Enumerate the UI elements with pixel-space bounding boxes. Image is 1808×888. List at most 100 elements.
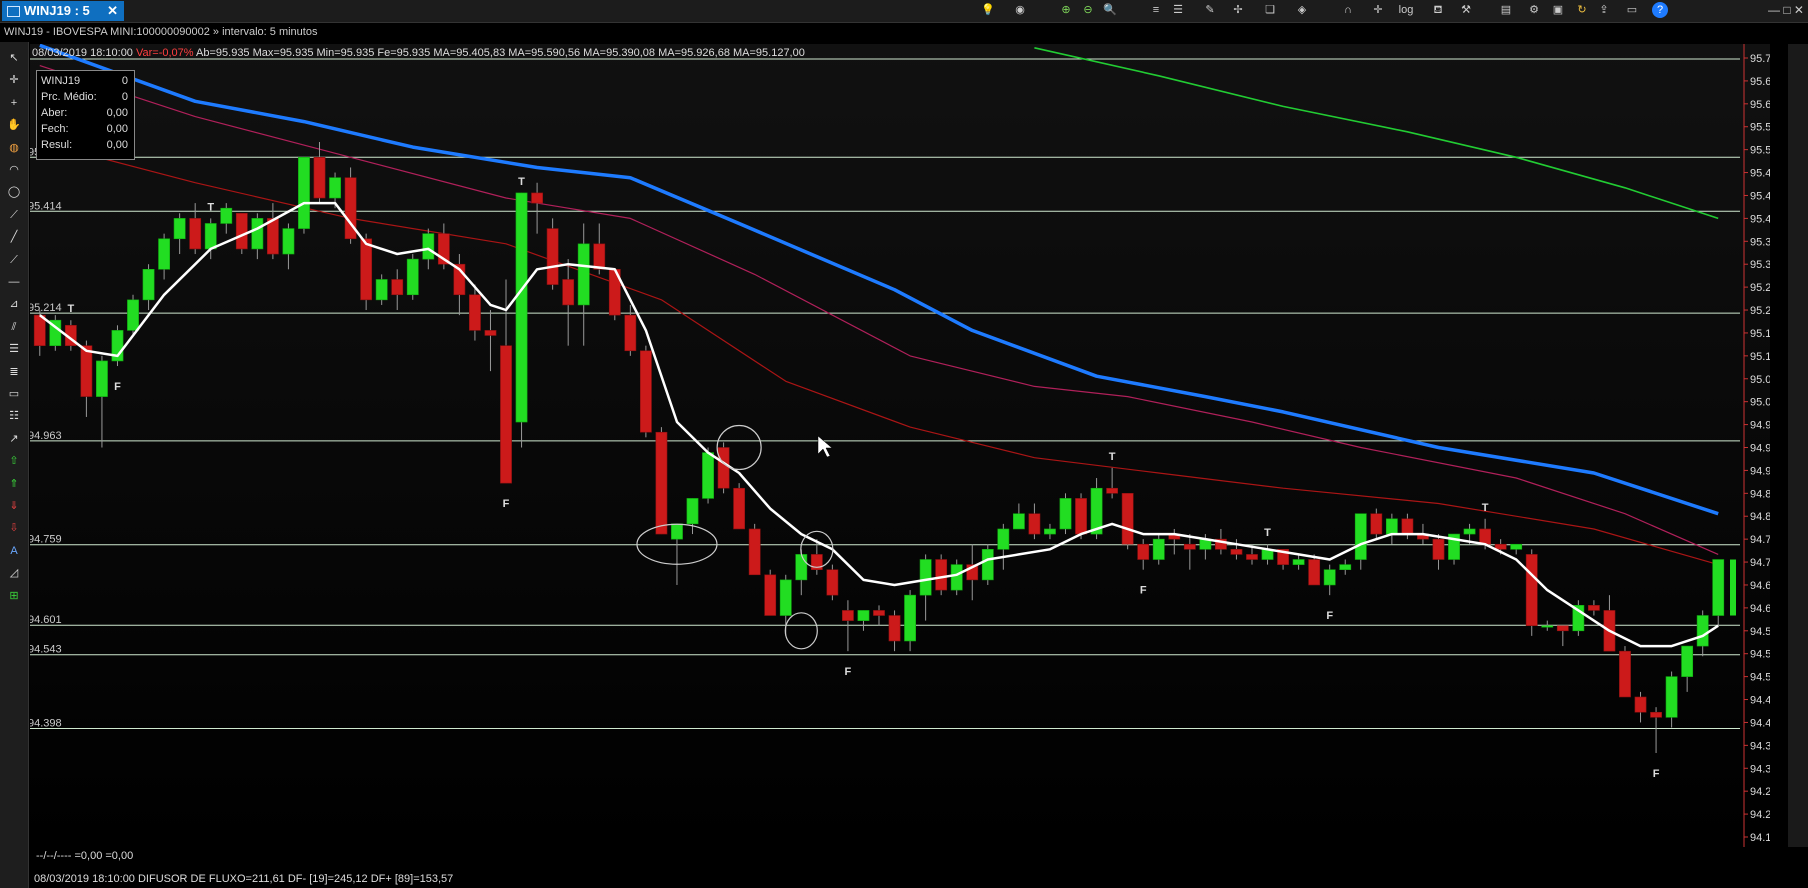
candle-body — [779, 579, 792, 616]
candle-body — [266, 218, 279, 255]
palette-icon[interactable]: ◍ — [6, 140, 22, 156]
candle-body — [702, 452, 714, 499]
candle-body — [1712, 559, 1725, 616]
draw-icon[interactable]: ✎ — [1202, 2, 1218, 18]
annotation-t-6: T — [1109, 451, 1116, 463]
crosshair-readout: --/--/---- =0,00 =0,00 — [36, 850, 134, 862]
arrow-down-red-icon[interactable]: ⇓ — [6, 498, 22, 514]
triangle-icon[interactable]: ◿ — [6, 565, 22, 581]
refresh-icon[interactable]: ↻ — [1574, 2, 1590, 18]
price-chart[interactable]: 95.52095.41495.21494.96394.75994.60194.5… — [30, 44, 1770, 847]
price-tick-label: 94.680 — [1750, 580, 1770, 592]
align-list-icon[interactable]: ☰ — [1170, 2, 1186, 18]
price-tick-label: 94.590 — [1750, 626, 1770, 638]
candle-body — [33, 314, 46, 346]
channel-icon[interactable]: ⫽ — [6, 319, 22, 335]
list-icon[interactable]: ☷ — [6, 408, 22, 424]
arc-icon[interactable]: ◠ — [6, 162, 22, 178]
lightbulb-icon[interactable]: 💡 — [980, 2, 996, 18]
fan-icon[interactable]: ⟋ — [6, 207, 22, 223]
gear-icon[interactable]: ⚙ — [1526, 2, 1542, 18]
properties-icon[interactable]: ▤ — [1498, 2, 1514, 18]
line-icon[interactable]: ╱ — [6, 229, 22, 245]
price-tick-label: 95.175 — [1750, 328, 1770, 340]
arrow-down-icon[interactable]: ⇩ — [6, 520, 22, 536]
arrow-icon[interactable]: ↗ — [6, 431, 22, 447]
zoom-in-icon[interactable]: ⊕ — [1058, 2, 1074, 18]
help-icon[interactable]: ? — [1652, 2, 1668, 18]
layers-icon[interactable]: ❏ — [1262, 2, 1278, 18]
ray-icon[interactable]: ⟋ — [6, 252, 22, 268]
candle-body — [842, 610, 854, 621]
candle-body — [329, 177, 341, 199]
price-tick-label: 94.905 — [1750, 465, 1770, 477]
export-icon[interactable]: ⇪ — [1596, 2, 1612, 18]
candle-body — [80, 345, 93, 397]
arrow-up-icon[interactable]: ⇧ — [6, 453, 22, 469]
ruler-icon[interactable]: ⊿ — [6, 296, 22, 312]
candle-body — [593, 243, 606, 270]
align-icon[interactable]: ≡ — [1148, 2, 1164, 18]
ohlc-info-bar: 08/03/2019 18:10:00 Var=-0,07% Ab=95.935… — [32, 45, 805, 61]
hand-icon[interactable]: ✋ — [6, 117, 22, 133]
price-tick-label: 95.580 — [1750, 122, 1770, 134]
price-tick-label: 95.265 — [1750, 282, 1770, 294]
arrow-up-green-icon[interactable]: ⇑ — [6, 476, 22, 492]
crosshair-icon[interactable]: ✛ — [6, 72, 22, 88]
candle-body — [1106, 487, 1119, 494]
chart-gradient — [30, 44, 1770, 847]
settings-circle-icon[interactable]: ◉ — [1012, 2, 1028, 18]
candle-body — [142, 268, 155, 301]
fibonacci-icon[interactable]: ☰ — [6, 341, 22, 357]
hline-icon[interactable]: ― — [6, 274, 22, 290]
tools-icon[interactable]: ⚒ — [1458, 2, 1474, 18]
candle-body — [1588, 605, 1600, 611]
log-icon[interactable]: log — [1398, 2, 1414, 18]
candle-body — [1044, 528, 1056, 535]
zoom-out-icon[interactable]: ⊖ — [1080, 2, 1096, 18]
cursor-icon[interactable]: ✢ — [1230, 2, 1246, 18]
candle-body — [888, 615, 901, 642]
candle-body — [981, 549, 994, 581]
grid-icon[interactable]: ⊞ — [6, 588, 22, 604]
candle-body — [235, 212, 248, 250]
candle-body — [919, 559, 932, 596]
basket-icon[interactable]: ⛾ — [1430, 2, 1446, 18]
zoom-search-icon[interactable]: 🔍 — [1102, 2, 1118, 18]
price-tick-label: 95.355 — [1750, 236, 1770, 248]
color-icon[interactable]: ◈ — [1294, 2, 1310, 18]
price-tick-label: 95.400 — [1750, 213, 1770, 225]
ellipse-icon[interactable]: ◯ — [6, 184, 22, 200]
tab-close-button[interactable]: ✕ — [107, 1, 118, 21]
save-icon[interactable]: ▣ — [1550, 2, 1566, 18]
window-controls[interactable]: — □ ✕ — [1768, 3, 1804, 17]
annotation-t-0: T — [67, 303, 74, 315]
candle-body — [1339, 564, 1352, 570]
magnet-icon[interactable]: ∩ — [1340, 2, 1356, 18]
window-icon[interactable]: ▭ — [1624, 2, 1640, 18]
last-price-marker — [1730, 559, 1736, 616]
hline-label-7: 94.543 — [30, 644, 62, 656]
position-row-close: Fech: 0,00 — [41, 123, 128, 135]
price-tick-label: 95.535 — [1750, 145, 1770, 157]
info-values: Ab=95.935 Max=95.935 Min=95.935 Fe=95.93… — [196, 47, 805, 59]
candle-body — [1152, 538, 1165, 560]
candle-body — [96, 360, 108, 397]
candle-body — [857, 610, 870, 621]
candle-body — [1510, 543, 1523, 550]
right-scroll-area[interactable] — [1788, 44, 1808, 847]
pointer-icon[interactable]: ↖ — [6, 50, 22, 66]
price-tick-label: 94.950 — [1750, 443, 1770, 455]
candle-body — [406, 258, 419, 296]
candle-body — [1028, 513, 1041, 535]
chart-tab[interactable]: WINJ19 : 5 ✕ — [2, 1, 124, 21]
text-icon[interactable]: A — [6, 543, 22, 559]
price-tick-label: 95.310 — [1750, 259, 1770, 271]
candle-body — [546, 228, 559, 285]
crosshair-icon[interactable]: ✛ — [1370, 2, 1386, 18]
price-tick-label: 95.085 — [1750, 374, 1770, 386]
candle-body — [795, 554, 808, 581]
levels-icon[interactable]: ≣ — [6, 364, 22, 380]
rectangle-icon[interactable]: ▭ — [6, 386, 22, 402]
plus-icon[interactable]: + — [6, 95, 22, 111]
